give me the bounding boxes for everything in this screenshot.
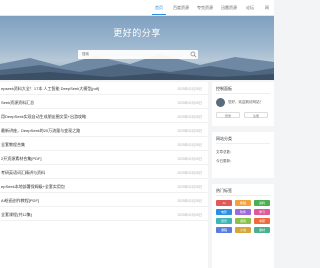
list-item[interactable]: Seek资源资料汇总 2025年02月28日 <box>0 96 208 109</box>
control-panel: 控制面板 您好，欢迎到访网站！ 登录 注册 <box>212 82 274 126</box>
tag-chip[interactable]: AI <box>216 200 232 206</box>
list-item[interactable]: AI绘画创作教程[PDF] 2025年02月28日 <box>0 194 208 207</box>
stat-line: 文章总数： <box>216 150 234 154</box>
article-title[interactable]: 考研英语词汇精讲与资料 <box>1 170 171 176</box>
article-title[interactable]: 2开资源素材合集[PDF] <box>1 156 171 162</box>
divider <box>216 195 270 196</box>
nav-item-baidu[interactable]: 百度资源 <box>172 0 190 15</box>
search-box <box>78 50 198 59</box>
article-list: epseek资料大全！17本 人工智能 DeepSeek大模型[pdf] 202… <box>0 82 208 268</box>
tag-chip[interactable]: 小说 <box>235 227 251 233</box>
list-item[interactable]: epseek资料大全！17本 人工智能 DeepSeek大模型[pdf] 202… <box>0 82 208 95</box>
nav-item-quark[interactable]: 夸克资源 <box>196 0 214 15</box>
list-item[interactable]: 2开资源素材合集[PDF] 2025年02月28日 <box>0 152 208 165</box>
list-item[interactable]: epSeek本地部署保姆级+全套实用包 2025年02月28日 <box>0 180 208 193</box>
tag-chip[interactable]: 软件 <box>235 209 251 215</box>
article-date: 2025年02月28日 <box>177 115 202 119</box>
article-date: 2025年02月28日 <box>177 199 202 203</box>
list-item[interactable]: 用DeepSeek实现自动生成朋友圈文案+出游攻略 2025年02月28日 <box>0 110 208 123</box>
tag-chip[interactable]: 教程 <box>235 200 251 206</box>
tag-chip[interactable]: 素材 <box>254 227 270 233</box>
article-title[interactable]: 最新讲座，DeepSeek的20万流量与变现之路 <box>1 128 171 134</box>
search-input[interactable] <box>82 50 182 59</box>
article-title[interactable]: AI绘画创作教程[PDF] <box>1 198 171 204</box>
article-date: 2025年02月28日 <box>177 171 202 175</box>
tag-chip[interactable]: 电影 <box>216 209 232 215</box>
article-title[interactable]: epseek资料大全！17本 人工智能 DeepSeek大模型[pdf] <box>1 86 171 92</box>
article-date: 2025年02月28日 <box>177 101 202 105</box>
login-button[interactable]: 登录 <box>216 112 240 118</box>
article-title[interactable]: 全套教程合集 <box>1 142 171 148</box>
article-date: 2025年02月28日 <box>177 185 202 189</box>
site-stats-panel: 网站分类 文章总数： 今日更新： <box>212 132 274 178</box>
article-date: 2025年02月28日 <box>177 143 202 147</box>
hero-title: 更好的分享 <box>113 28 161 38</box>
article-date: 2025年02月28日 <box>177 213 202 217</box>
search-icon[interactable] <box>190 51 197 58</box>
list-item[interactable]: 最新讲座，DeepSeek的20万流量与变现之路 2025年02月28日 <box>0 124 208 137</box>
article-date: 2025年02月28日 <box>177 157 202 161</box>
tag-chip[interactable]: 课程 <box>216 227 232 233</box>
article-title[interactable]: Seek资源资料汇总 <box>1 100 171 106</box>
tag-chip[interactable]: 学习 <box>254 209 270 215</box>
list-item[interactable]: 全套课程(共12集) 2025年02月28日 <box>0 208 208 221</box>
tag-chip[interactable]: 音乐 <box>216 218 232 224</box>
article-title[interactable]: epSeek本地部署保姆级+全套实用包 <box>1 184 171 190</box>
tag-chip[interactable]: 考研 <box>254 218 270 224</box>
article-date: 2025年02月28日 <box>177 129 202 133</box>
greeting-text: 您好，欢迎到访网站！ <box>228 100 263 104</box>
nav-item-forum[interactable]: 论坛 <box>244 0 256 15</box>
article-title[interactable]: 全套课程(共12集) <box>1 212 171 218</box>
list-item[interactable]: 全套教程合集 2025年02月28日 <box>0 138 208 151</box>
nav-item-xunlei[interactable]: 迅雷资源 <box>220 0 238 15</box>
control-panel-title: 控制面板 <box>216 86 232 91</box>
stats-panel-title: 网站分类 <box>216 136 232 141</box>
hero-banner: 更好的分享 <box>0 16 274 80</box>
avatar <box>216 98 225 107</box>
nav-item-home[interactable]: 首页 <box>152 0 166 15</box>
tags-panel-title: 热门标签 <box>216 188 232 193</box>
article-title[interactable]: 用DeepSeek实现自动生成朋友圈文案+出游攻略 <box>1 114 171 120</box>
divider <box>216 93 270 94</box>
list-item[interactable]: 考研英语词汇精讲与资料 2025年02月28日 <box>0 166 208 179</box>
top-navbar: 首页 百度资源 夸克资源 迅雷资源 论坛 网 <box>0 0 274 16</box>
tag-chip[interactable]: 资料 <box>254 200 270 206</box>
nav-item-more[interactable]: 网 <box>262 0 272 15</box>
tag-chip[interactable]: 游戏 <box>235 218 251 224</box>
article-date: 2025年02月28日 <box>177 87 202 91</box>
stat-line: 今日更新： <box>216 159 234 163</box>
hot-tags-panel: 热门标签 AI 教程 资料电影 软件 学习音乐 游戏 考研课程 小说 素材 <box>212 184 274 268</box>
divider <box>216 143 270 144</box>
register-button[interactable]: 注册 <box>244 112 268 118</box>
